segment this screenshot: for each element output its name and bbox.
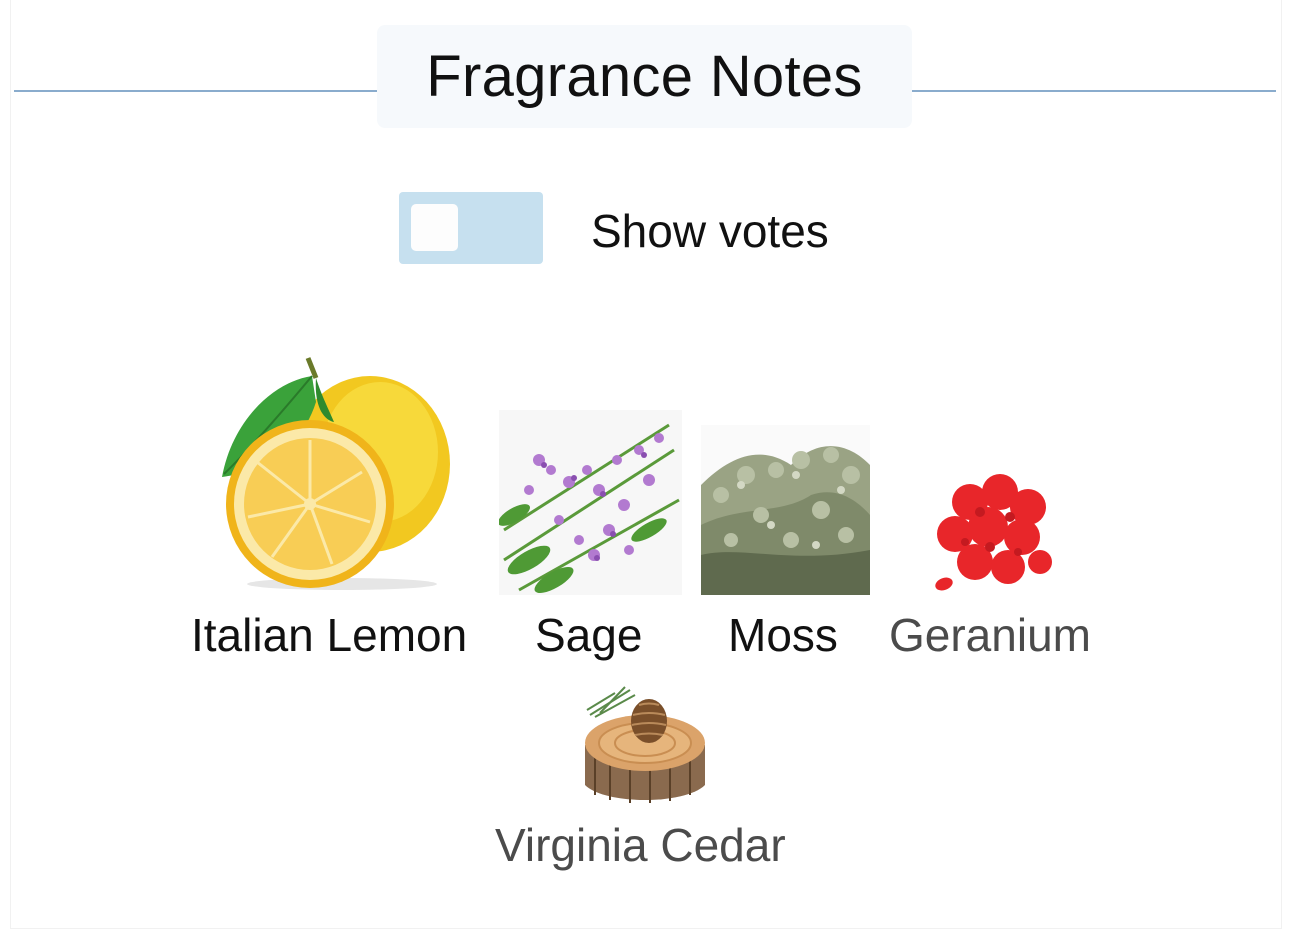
show-votes-toggle[interactable] (399, 192, 543, 264)
header-rule-right (912, 90, 1276, 92)
header-rule-left (14, 90, 378, 92)
note-label-sage: Sage (535, 609, 643, 661)
note-sage[interactable] (499, 410, 682, 595)
note-label-moss: Moss (728, 609, 838, 661)
show-votes-label: Show votes (591, 205, 829, 257)
note-geranium[interactable] (930, 472, 1060, 597)
geranium-icon (935, 474, 1052, 591)
note-virginia-cedar[interactable] (585, 685, 705, 807)
section-title: Fragrance Notes (426, 44, 863, 109)
section-header: Fragrance Notes (377, 25, 912, 128)
note-label-italian-lemon: Italian Lemon (191, 609, 468, 661)
note-label-virginia-cedar: Virginia Cedar (495, 819, 786, 871)
note-moss[interactable] (701, 425, 870, 595)
note-italian-lemon[interactable] (212, 352, 452, 592)
toggle-knob[interactable] (411, 204, 458, 251)
sage-icon (499, 410, 682, 595)
lemon-icon (222, 357, 450, 590)
note-label-geranium: Geranium (889, 609, 1091, 661)
cedar-icon (585, 686, 705, 803)
moss-icon (701, 425, 870, 595)
